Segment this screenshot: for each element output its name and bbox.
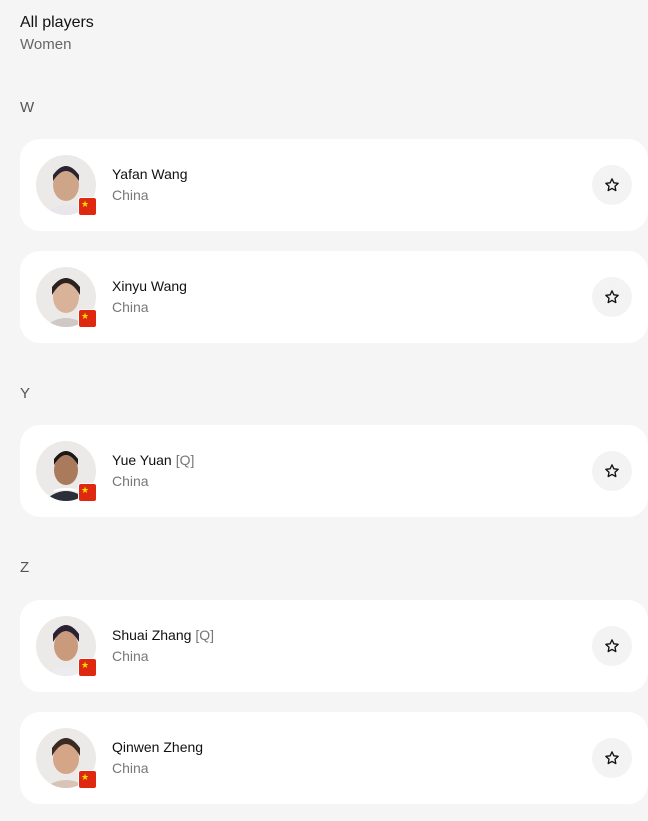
favorite-button[interactable] bbox=[592, 277, 632, 317]
player-card[interactable]: ★ Qinwen Zheng China bbox=[20, 712, 648, 804]
china-flag-icon: ★ bbox=[78, 197, 97, 216]
player-card[interactable]: ★ Xinyu Wang China bbox=[20, 251, 648, 343]
favorite-button[interactable] bbox=[592, 451, 632, 491]
player-name[interactable]: Qinwen Zheng bbox=[112, 739, 203, 755]
player-country: China bbox=[112, 187, 149, 203]
player-card[interactable]: ★ Shuai Zhang [Q] China bbox=[20, 600, 648, 692]
player-country: China bbox=[112, 299, 149, 315]
player-country: China bbox=[112, 473, 149, 489]
player-country: China bbox=[112, 648, 149, 664]
section-letter-w: W bbox=[20, 99, 35, 116]
china-flag-icon: ★ bbox=[78, 770, 97, 789]
player-name[interactable]: Yafan Wang bbox=[112, 166, 188, 182]
china-flag-icon: ★ bbox=[78, 658, 97, 677]
qualifier-tag: [Q] bbox=[175, 452, 195, 468]
page-title: All players bbox=[20, 14, 94, 31]
player-name[interactable]: Yue Yuan [Q] bbox=[112, 452, 194, 468]
section-letter-y: Y bbox=[20, 385, 31, 402]
star-outline-icon bbox=[605, 639, 619, 653]
section-letter-z: Z bbox=[20, 559, 30, 576]
player-country: China bbox=[112, 760, 149, 776]
star-outline-icon bbox=[605, 464, 619, 478]
page-subtitle: Women bbox=[20, 36, 72, 53]
favorite-button[interactable] bbox=[592, 738, 632, 778]
player-name[interactable]: Shuai Zhang [Q] bbox=[112, 627, 214, 643]
player-name[interactable]: Xinyu Wang bbox=[112, 278, 187, 294]
page-header: All players Women bbox=[20, 13, 94, 55]
star-outline-icon bbox=[605, 751, 619, 765]
china-flag-icon: ★ bbox=[78, 309, 97, 328]
favorite-button[interactable] bbox=[592, 626, 632, 666]
favorite-button[interactable] bbox=[592, 165, 632, 205]
star-outline-icon bbox=[605, 178, 619, 192]
qualifier-tag: [Q] bbox=[195, 627, 215, 643]
star-outline-icon bbox=[605, 290, 619, 304]
player-card[interactable]: ★ Yue Yuan [Q] China bbox=[20, 425, 648, 517]
player-card[interactable]: ★ Yafan Wang China bbox=[20, 139, 648, 231]
china-flag-icon: ★ bbox=[78, 483, 97, 502]
